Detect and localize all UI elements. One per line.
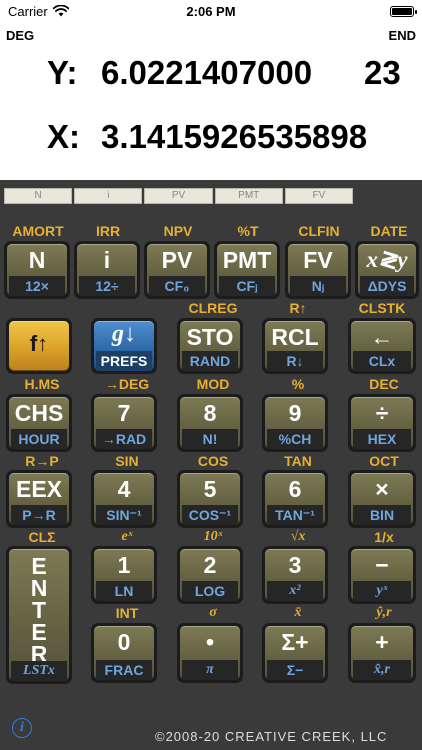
sto-key[interactable]: STO RAND [177, 318, 243, 374]
shift-label-mod: MOD [196, 376, 230, 392]
battery-icon [390, 5, 417, 17]
financial-register-strip: N i PV PMT FV [4, 188, 354, 204]
shift-label-amort: AMORT [12, 223, 64, 239]
f-shift-key[interactable]: f↑ [6, 318, 72, 374]
shift-label-std-dev: σ [209, 605, 217, 620]
shift-label-pct-t: %T [237, 223, 259, 239]
i-key[interactable]: i 12÷ [74, 241, 140, 299]
calculator-display: DEG END Y: 6.0221407000 23 X: 3.14159265… [0, 22, 422, 180]
digit-6-key[interactable]: 6 TAN⁻¹ [262, 470, 328, 528]
enter-key[interactable]: E N T E R LSTx [6, 546, 72, 684]
fv-key[interactable]: FV Nⱼ [285, 241, 351, 299]
chs-key[interactable]: CHS HOUR [6, 394, 72, 452]
shift-label-int: INT [115, 605, 139, 621]
divide-key[interactable]: ÷ HEX [348, 394, 416, 452]
shift-label-reciprocal: 1/x [374, 529, 394, 545]
backspace-key[interactable]: ← CLx [348, 318, 416, 374]
shift-label-dec: DEC [369, 376, 399, 392]
fin-register-pmt: PMT [214, 188, 283, 204]
eex-key[interactable]: EEX P→R [6, 470, 72, 528]
shift-label-clreg: CLREG [188, 300, 238, 316]
wifi-icon [52, 5, 69, 17]
shift-label-irr: IRR [95, 223, 121, 239]
shift-label-cos: COS [197, 453, 229, 469]
digit-2-key[interactable]: 2 LOG [177, 546, 243, 604]
backspace-icon: ← [370, 324, 394, 350]
minus-key[interactable]: − yˣ [348, 546, 416, 604]
shift-label-percent: % [291, 376, 305, 392]
sigma-plus-key[interactable]: Σ+ Σ− [262, 623, 328, 683]
shift-label-sin: SIN [115, 453, 139, 469]
shift-label-date: DATE [370, 223, 408, 239]
shift-label-exp: eˣ [121, 529, 133, 544]
multiply-key[interactable]: × BIN [348, 470, 416, 528]
shift-label-roll-up: R↑ [289, 300, 307, 316]
digit-4-key[interactable]: 4 SIN⁻¹ [91, 470, 157, 528]
fin-register-pv: PV [144, 188, 213, 204]
shift-label-r-to-p: R→P [25, 453, 59, 469]
shift-label-clfin: CLFIN [298, 223, 340, 239]
fin-register-n: N [4, 188, 73, 204]
copyright-label: ©2008-20 CREATIVE CREEK, LLC [155, 729, 388, 744]
status-bar: Carrier 2:06 PM [0, 0, 422, 22]
rcl-key[interactable]: RCL R↓ [262, 318, 328, 374]
shift-label-to-deg: →DEG [104, 376, 150, 392]
digit-0-key[interactable]: 0 FRAC [91, 623, 157, 683]
shift-label-y-estimate: ŷ,r [376, 605, 392, 620]
fin-register-i: i [74, 188, 143, 204]
pmt-key[interactable]: PMT CFⱼ [214, 241, 280, 299]
shift-label-tan: TAN [284, 453, 312, 469]
shift-label-sqrt: √x [290, 529, 306, 544]
swap-xy-key[interactable]: x≷y ΔDYS [355, 241, 419, 299]
carrier-label: Carrier [8, 3, 48, 19]
g-shift-key[interactable]: g↓ PREFS [91, 318, 157, 374]
y-register-label: Y: [47, 54, 78, 91]
digit-1-key[interactable]: 1 LN [91, 546, 157, 604]
digit-5-key[interactable]: 5 COS⁻¹ [177, 470, 243, 528]
shift-label-clstk: CLSTK [358, 300, 406, 316]
shift-label-oct: OCT [369, 453, 399, 469]
x-register-value: 3.1415926535898 [101, 118, 368, 155]
digit-8-key[interactable]: 8 N! [177, 394, 243, 452]
digit-9-key[interactable]: 9 %CH [262, 394, 328, 452]
n-key[interactable]: N 12× [4, 241, 70, 299]
x-register-label: X: [47, 118, 80, 155]
shift-label-cl-sigma: CLΣ [28, 529, 56, 545]
shift-label-ten-pow: 10ˣ [203, 529, 223, 544]
decimal-point-key[interactable]: • π [177, 623, 243, 683]
info-icon[interactable]: i [12, 718, 32, 738]
angle-mode-indicator: DEG [6, 28, 35, 43]
shift-label-hms: H.MS [24, 376, 60, 392]
y-register-exponent: 23 [364, 54, 401, 91]
shift-label-npv: NPV [163, 223, 193, 239]
plus-key[interactable]: + x̂,r [348, 623, 416, 683]
digit-7-key[interactable]: 7 →RAD [91, 394, 157, 452]
digit-3-key[interactable]: 3 x² [262, 546, 328, 604]
shift-label-mean: x̄ [294, 605, 302, 620]
entry-mode-indicator: END [388, 28, 416, 43]
fin-register-fv: FV [284, 188, 354, 204]
y-register-value: 6.0221407000 [101, 54, 313, 91]
pv-key[interactable]: PV CF₀ [144, 241, 210, 299]
